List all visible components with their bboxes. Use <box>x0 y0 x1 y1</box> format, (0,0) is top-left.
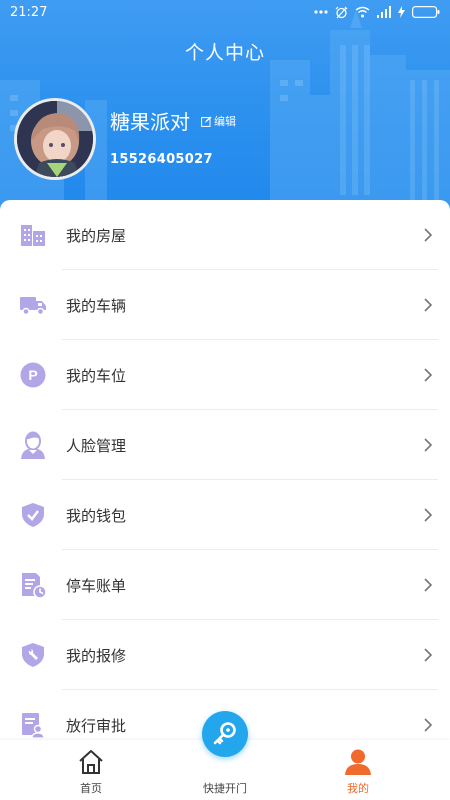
menu-label: 我的车位 <box>66 366 127 385</box>
parking-icon: P <box>18 360 48 390</box>
profile-menu: 我的房屋 我的车辆 P 我的车位 人脸管理 我的钱包 停车账单 我的报修 放行审… <box>0 200 450 740</box>
nav-home-tab[interactable]: 首页 <box>31 740 151 800</box>
edit-icon <box>201 116 212 127</box>
alarm-icon <box>335 6 348 18</box>
avatar[interactable] <box>14 98 96 180</box>
chevron-right-icon <box>424 438 433 452</box>
edit-profile-link[interactable]: 编辑 <box>201 113 236 129</box>
menu-label: 我的报修 <box>66 646 127 665</box>
key-icon <box>213 722 236 745</box>
building-icon <box>18 220 48 250</box>
menu-label: 人脸管理 <box>66 436 127 455</box>
nav-home-label: 首页 <box>80 782 102 795</box>
user-icon <box>345 749 371 775</box>
home-icon <box>79 750 103 774</box>
shield-check-icon <box>18 500 48 530</box>
chevron-right-icon <box>424 648 433 662</box>
chevron-right-icon <box>424 298 433 312</box>
nav-mine-tab[interactable]: 我的 <box>298 740 418 800</box>
chevron-right-icon <box>424 578 433 592</box>
menu-item-my-parking-space[interactable]: P 我的车位 <box>0 340 450 410</box>
menu-item-my-wallet[interactable]: 我的钱包 <box>0 480 450 550</box>
edit-label: 编辑 <box>214 115 236 128</box>
menu-label: 我的房屋 <box>66 226 127 245</box>
approval-icon <box>18 710 48 740</box>
bill-icon <box>18 570 48 600</box>
truck-icon <box>18 290 48 320</box>
nav-mine-label: 我的 <box>347 782 369 795</box>
user-phone: 15526405027 <box>110 152 213 167</box>
chevron-right-icon <box>424 228 433 242</box>
face-icon <box>18 430 48 460</box>
status-bar: 21:27 <box>0 0 450 24</box>
menu-label: 停车账单 <box>66 576 127 595</box>
svg-text:P: P <box>28 367 37 383</box>
page-title: 个人中心 <box>184 42 265 64</box>
quick-open-door-button[interactable] <box>202 711 248 757</box>
chevron-right-icon <box>424 508 433 522</box>
wrench-shield-icon <box>18 640 48 670</box>
more-dots-icon <box>314 10 328 14</box>
menu-item-my-house[interactable]: 我的房屋 <box>0 200 450 270</box>
status-time: 21:27 <box>10 4 48 20</box>
menu-label: 我的钱包 <box>66 506 127 525</box>
user-name: 糖果派对 <box>110 110 190 134</box>
nav-quick-label: 快捷开门 <box>203 782 247 795</box>
battery-icon <box>412 6 440 18</box>
profile-header: 21:27 个人中心 糖果派对 编辑 15526405027 <box>0 0 450 230</box>
wifi-icon <box>355 6 370 18</box>
menu-label: 我的车辆 <box>66 296 127 315</box>
signal-icon <box>377 6 391 18</box>
menu-item-face-management[interactable]: 人脸管理 <box>0 410 450 480</box>
menu-item-my-vehicle[interactable]: 我的车辆 <box>0 270 450 340</box>
menu-item-parking-bill[interactable]: 停车账单 <box>0 550 450 620</box>
chevron-right-icon <box>424 368 433 382</box>
charging-icon <box>398 6 405 18</box>
menu-item-my-repair[interactable]: 我的报修 <box>0 620 450 690</box>
chevron-right-icon <box>424 718 433 732</box>
